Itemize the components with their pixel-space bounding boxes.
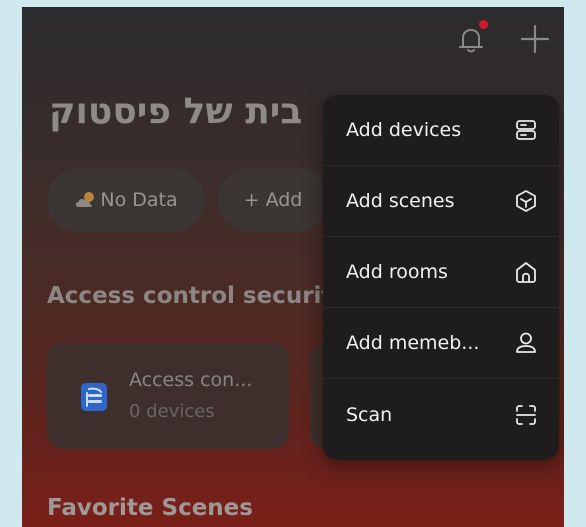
device-icon [516,120,536,140]
cloud-sun-icon [76,192,95,207]
menu-item-label: Add devices [346,119,462,141]
weather-chip[interactable]: No Data [47,168,205,232]
app-screen: בית של פיסטוק No Data + Add Access contr… [22,7,564,527]
device-card-count: 0 devices [129,401,215,422]
weather-label: No Data [100,189,178,211]
notification-badge [479,20,488,29]
add-chip[interactable]: + Add [218,168,328,232]
menu-item-label: Scan [346,403,393,426]
menu-item-add-members[interactable]: Add memeb... [323,308,559,379]
scene-cube-icon [516,190,536,212]
menu-item-label: Add rooms [346,261,448,283]
menu-item-add-devices[interactable]: Add devices [323,95,559,166]
home-icon [516,262,536,283]
plus-icon[interactable] [519,23,551,55]
menu-item-add-rooms[interactable]: Add rooms [323,237,559,308]
menu-item-label: Add scenes [346,190,455,212]
device-card[interactable]: Access con... 0 devices [47,343,289,449]
section-title-favorites: Favorite Scenes [47,495,253,521]
person-icon [516,332,536,353]
add-chip-label: + Add [243,189,303,211]
menu-item-label: Add memeb... [346,332,480,354]
access-control-icon [81,383,107,411]
device-card-name: Access con... [129,369,253,391]
menu-item-scan[interactable]: Scan [323,379,559,450]
scan-icon [516,404,536,425]
add-menu: Add devices Add scenes Add rooms Add mem… [323,95,559,460]
section-title-access: Access control security [47,283,348,309]
menu-item-add-scenes[interactable]: Add scenes [323,166,559,237]
home-title[interactable]: בית של פיסטוק [49,91,349,132]
